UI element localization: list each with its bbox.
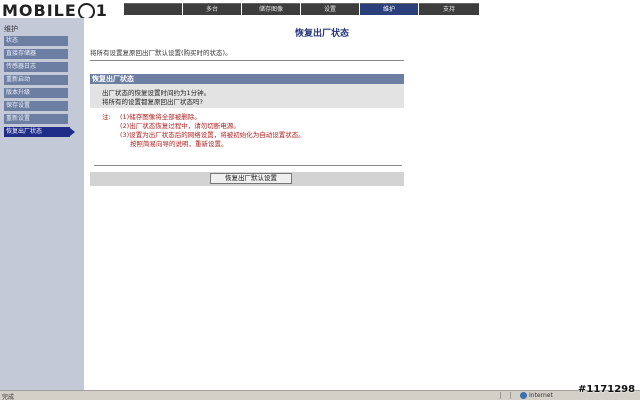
factory-reset-button[interactable]: 恢复出厂默认设置 [210,173,292,184]
sidebar-item-upgrade[interactable]: 版本升级 [4,88,68,98]
status-bar: 完成 Internet [0,390,640,401]
sidebar: 维护 状态 直接存储器 传感器日志 重新启动 版本升级 保存设置 重新设置 恢复… [0,18,84,390]
sidebar-item-direct-storage[interactable]: 直接存储器 [4,49,68,59]
tab-support[interactable]: 支持 [419,3,479,15]
button-bar: 恢复出厂默认设置 [90,172,404,186]
question-line-2: 将所有的设置都复原回出厂状态吗? [102,98,203,106]
status-separator [500,392,501,399]
globe-icon [520,392,527,399]
status-separator [510,392,511,399]
watermark: #1171298 [578,384,636,395]
divider-top [90,60,404,61]
sidebar-title: 维护 [4,25,18,33]
main-content: 恢复出厂状态 将所有设置复原回出厂默认设置(购买时的状态)。 恢复出厂状态 出厂… [84,18,640,390]
tab-maintenance[interactable]: 维护 [360,3,418,15]
zone-label: Internet [529,392,553,399]
note-item: 按照简易向导的说明，重新设置。 [130,140,228,148]
section-body: 出厂状态的恢复设置时间约为1分钟。 将所有的设置都复原回出厂状态吗? [90,84,404,108]
sidebar-item-status[interactable]: 状态 [4,36,68,46]
sidebar-item-reset-settings[interactable]: 重新设置 [4,114,68,124]
sidebar-item-save-settings[interactable]: 保存设置 [4,101,68,111]
sidebar-item-restart[interactable]: 重新启动 [4,75,68,85]
tab-blank[interactable] [124,3,182,15]
page-title: 恢复出厂状态 [294,29,349,39]
tab-multi[interactable]: 多台 [183,3,241,15]
active-arrow-icon [70,128,75,136]
divider-bottom [94,165,402,166]
sidebar-item-sensor-log[interactable]: 传感器日志 [4,62,68,72]
tab-settings[interactable]: 设置 [301,3,359,15]
tab-stored-images[interactable]: 储存图像 [242,3,300,15]
sidebar-item-factory-reset[interactable]: 恢复出厂状态 [4,127,70,137]
section-header: 恢复出厂状态 [90,74,404,84]
main-tabs: 多台 储存图像 设置 维护 支持 [124,3,480,15]
intro-text: 将所有设置复原回出厂默认设置(购买时的状态)。 [90,49,232,57]
security-zone: Internet [520,391,553,400]
top-bar: MOBILE 1 多台 储存图像 设置 维护 支持 [0,0,640,20]
note-label: 注: [102,113,111,121]
